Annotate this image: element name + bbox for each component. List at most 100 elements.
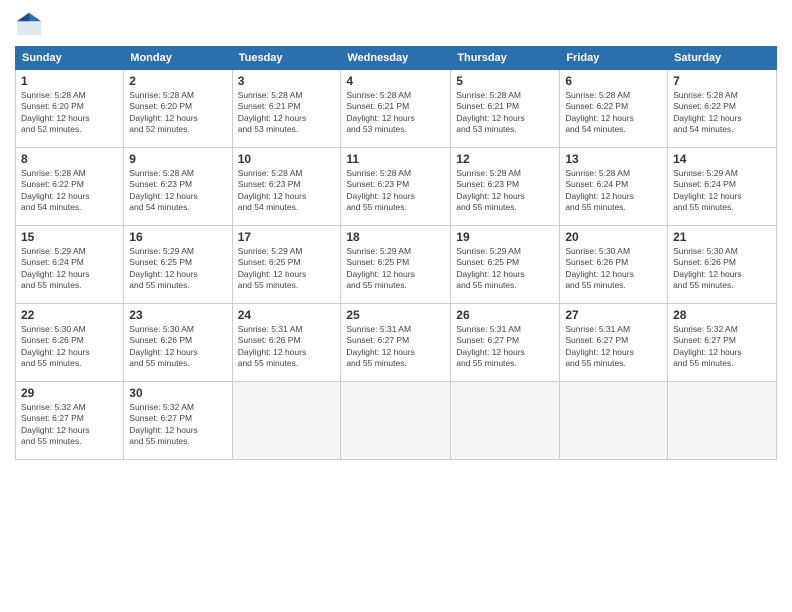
day-detail: Sunrise: 5:29 AM Sunset: 6:25 PM Dayligh… xyxy=(238,246,336,292)
day-number: 23 xyxy=(129,308,226,322)
calendar-week-5: 29 Sunrise: 5:32 AM Sunset: 6:27 PM Dayli… xyxy=(16,382,777,460)
day-number: 24 xyxy=(238,308,336,322)
day-detail: Sunrise: 5:28 AM Sunset: 6:24 PM Dayligh… xyxy=(565,168,662,214)
day-detail: Sunrise: 5:29 AM Sunset: 6:24 PM Dayligh… xyxy=(673,168,771,214)
day-number: 29 xyxy=(21,386,118,400)
day-number: 2 xyxy=(129,74,226,88)
logo xyxy=(15,10,47,38)
calendar-cell: 6 Sunrise: 5:28 AM Sunset: 6:22 PM Daylig… xyxy=(560,70,668,148)
day-detail: Sunrise: 5:32 AM Sunset: 6:27 PM Dayligh… xyxy=(21,402,118,448)
calendar-cell: 4Sunrise: 5:28 AM Sunset: 6:21 PM Daylig… xyxy=(341,70,451,148)
calendar-cell: 25 Sunrise: 5:31 AM Sunset: 6:27 PM Dayli… xyxy=(341,304,451,382)
calendar-cell xyxy=(451,382,560,460)
calendar-cell: 3Sunrise: 5:28 AM Sunset: 6:21 PM Daylig… xyxy=(232,70,341,148)
calendar-week-2: 8 Sunrise: 5:28 AM Sunset: 6:22 PM Daylig… xyxy=(16,148,777,226)
day-detail: Sunrise: 5:28 AM Sunset: 6:22 PM Dayligh… xyxy=(21,168,118,214)
day-number: 26 xyxy=(456,308,554,322)
day-number: 11 xyxy=(346,152,445,166)
calendar-week-3: 15 Sunrise: 5:29 AM Sunset: 6:24 PM Dayli… xyxy=(16,226,777,304)
day-detail: Sunrise: 5:31 AM Sunset: 6:27 PM Dayligh… xyxy=(456,324,554,370)
day-number: 7 xyxy=(673,74,771,88)
day-number: 21 xyxy=(673,230,771,244)
calendar-cell: 27Sunrise: 5:31 AM Sunset: 6:27 PM Dayli… xyxy=(560,304,668,382)
calendar-cell: 17 Sunrise: 5:29 AM Sunset: 6:25 PM Dayli… xyxy=(232,226,341,304)
header xyxy=(15,10,777,38)
calendar-cell: 15 Sunrise: 5:29 AM Sunset: 6:24 PM Dayli… xyxy=(16,226,124,304)
day-number: 30 xyxy=(129,386,226,400)
day-detail: Sunrise: 5:31 AM Sunset: 6:27 PM Dayligh… xyxy=(565,324,662,370)
day-detail: Sunrise: 5:29 AM Sunset: 6:25 PM Dayligh… xyxy=(346,246,445,292)
day-detail: Sunrise: 5:29 AM Sunset: 6:25 PM Dayligh… xyxy=(456,246,554,292)
day-detail: Sunrise: 5:28 AM Sunset: 6:21 PM Dayligh… xyxy=(238,90,336,136)
calendar-cell: 24Sunrise: 5:31 AM Sunset: 6:26 PM Dayli… xyxy=(232,304,341,382)
calendar-cell xyxy=(341,382,451,460)
calendar-cell: 16 Sunrise: 5:29 AM Sunset: 6:25 PM Dayli… xyxy=(124,226,232,304)
day-detail: Sunrise: 5:32 AM Sunset: 6:27 PM Dayligh… xyxy=(129,402,226,448)
calendar-cell: 7 Sunrise: 5:28 AM Sunset: 6:22 PM Daylig… xyxy=(668,70,777,148)
day-number: 10 xyxy=(238,152,336,166)
calendar-week-1: 1Sunrise: 5:28 AM Sunset: 6:20 PM Daylig… xyxy=(16,70,777,148)
day-detail: Sunrise: 5:29 AM Sunset: 6:25 PM Dayligh… xyxy=(129,246,226,292)
day-number: 15 xyxy=(21,230,118,244)
calendar-cell: 13 Sunrise: 5:28 AM Sunset: 6:24 PM Dayli… xyxy=(560,148,668,226)
calendar-cell: 21 Sunrise: 5:30 AM Sunset: 6:26 PM Dayli… xyxy=(668,226,777,304)
calendar-cell: 8 Sunrise: 5:28 AM Sunset: 6:22 PM Daylig… xyxy=(16,148,124,226)
day-number: 12 xyxy=(456,152,554,166)
day-number: 19 xyxy=(456,230,554,244)
calendar-cell: 19 Sunrise: 5:29 AM Sunset: 6:25 PM Dayli… xyxy=(451,226,560,304)
day-header-wednesday: Wednesday xyxy=(341,47,451,70)
day-header-monday: Monday xyxy=(124,47,232,70)
calendar-cell xyxy=(560,382,668,460)
day-detail: Sunrise: 5:28 AM Sunset: 6:21 PM Dayligh… xyxy=(456,90,554,136)
calendar-cell: 12 Sunrise: 5:28 AM Sunset: 6:23 PM Dayli… xyxy=(451,148,560,226)
day-detail: Sunrise: 5:30 AM Sunset: 6:26 PM Dayligh… xyxy=(21,324,118,370)
page: SundayMondayTuesdayWednesdayThursdayFrid… xyxy=(0,0,792,612)
calendar-cell: 9 Sunrise: 5:28 AM Sunset: 6:23 PM Daylig… xyxy=(124,148,232,226)
day-number: 25 xyxy=(346,308,445,322)
day-detail: Sunrise: 5:28 AM Sunset: 6:23 PM Dayligh… xyxy=(346,168,445,214)
day-number: 22 xyxy=(21,308,118,322)
day-number: 18 xyxy=(346,230,445,244)
day-detail: Sunrise: 5:28 AM Sunset: 6:22 PM Dayligh… xyxy=(673,90,771,136)
calendar-cell xyxy=(232,382,341,460)
day-number: 9 xyxy=(129,152,226,166)
day-number: 14 xyxy=(673,152,771,166)
day-number: 16 xyxy=(129,230,226,244)
calendar-cell: 30 Sunrise: 5:32 AM Sunset: 6:27 PM Dayli… xyxy=(124,382,232,460)
day-number: 8 xyxy=(21,152,118,166)
day-number: 17 xyxy=(238,230,336,244)
day-detail: Sunrise: 5:30 AM Sunset: 6:26 PM Dayligh… xyxy=(129,324,226,370)
calendar: SundayMondayTuesdayWednesdayThursdayFrid… xyxy=(15,46,777,460)
day-detail: Sunrise: 5:30 AM Sunset: 6:26 PM Dayligh… xyxy=(565,246,662,292)
day-detail: Sunrise: 5:29 AM Sunset: 6:24 PM Dayligh… xyxy=(21,246,118,292)
day-header-friday: Friday xyxy=(560,47,668,70)
calendar-cell: 14 Sunrise: 5:29 AM Sunset: 6:24 PM Dayli… xyxy=(668,148,777,226)
calendar-cell: 22 Sunrise: 5:30 AM Sunset: 6:26 PM Dayli… xyxy=(16,304,124,382)
day-header-sunday: Sunday xyxy=(16,47,124,70)
day-detail: Sunrise: 5:30 AM Sunset: 6:26 PM Dayligh… xyxy=(673,246,771,292)
day-number: 13 xyxy=(565,152,662,166)
calendar-cell: 28 Sunrise: 5:32 AM Sunset: 6:27 PM Dayli… xyxy=(668,304,777,382)
day-detail: Sunrise: 5:28 AM Sunset: 6:23 PM Dayligh… xyxy=(238,168,336,214)
day-number: 28 xyxy=(673,308,771,322)
day-detail: Sunrise: 5:31 AM Sunset: 6:27 PM Dayligh… xyxy=(346,324,445,370)
logo-icon xyxy=(15,10,43,38)
calendar-cell: 11 Sunrise: 5:28 AM Sunset: 6:23 PM Dayli… xyxy=(341,148,451,226)
calendar-cell: 23 Sunrise: 5:30 AM Sunset: 6:26 PM Dayli… xyxy=(124,304,232,382)
calendar-cell: 5Sunrise: 5:28 AM Sunset: 6:21 PM Daylig… xyxy=(451,70,560,148)
day-detail: Sunrise: 5:28 AM Sunset: 6:23 PM Dayligh… xyxy=(456,168,554,214)
day-number: 20 xyxy=(565,230,662,244)
calendar-header-row: SundayMondayTuesdayWednesdayThursdayFrid… xyxy=(16,47,777,70)
day-detail: Sunrise: 5:32 AM Sunset: 6:27 PM Dayligh… xyxy=(673,324,771,370)
calendar-cell: 1Sunrise: 5:28 AM Sunset: 6:20 PM Daylig… xyxy=(16,70,124,148)
calendar-cell xyxy=(668,382,777,460)
calendar-cell: 29 Sunrise: 5:32 AM Sunset: 6:27 PM Dayli… xyxy=(16,382,124,460)
calendar-cell: 18 Sunrise: 5:29 AM Sunset: 6:25 PM Dayli… xyxy=(341,226,451,304)
day-number: 4 xyxy=(346,74,445,88)
day-detail: Sunrise: 5:28 AM Sunset: 6:22 PM Dayligh… xyxy=(565,90,662,136)
day-number: 6 xyxy=(565,74,662,88)
calendar-cell: 2 Sunrise: 5:28 AM Sunset: 6:20 PM Daylig… xyxy=(124,70,232,148)
day-detail: Sunrise: 5:28 AM Sunset: 6:20 PM Dayligh… xyxy=(129,90,226,136)
day-detail: Sunrise: 5:28 AM Sunset: 6:23 PM Dayligh… xyxy=(129,168,226,214)
calendar-cell: 26 Sunrise: 5:31 AM Sunset: 6:27 PM Dayli… xyxy=(451,304,560,382)
